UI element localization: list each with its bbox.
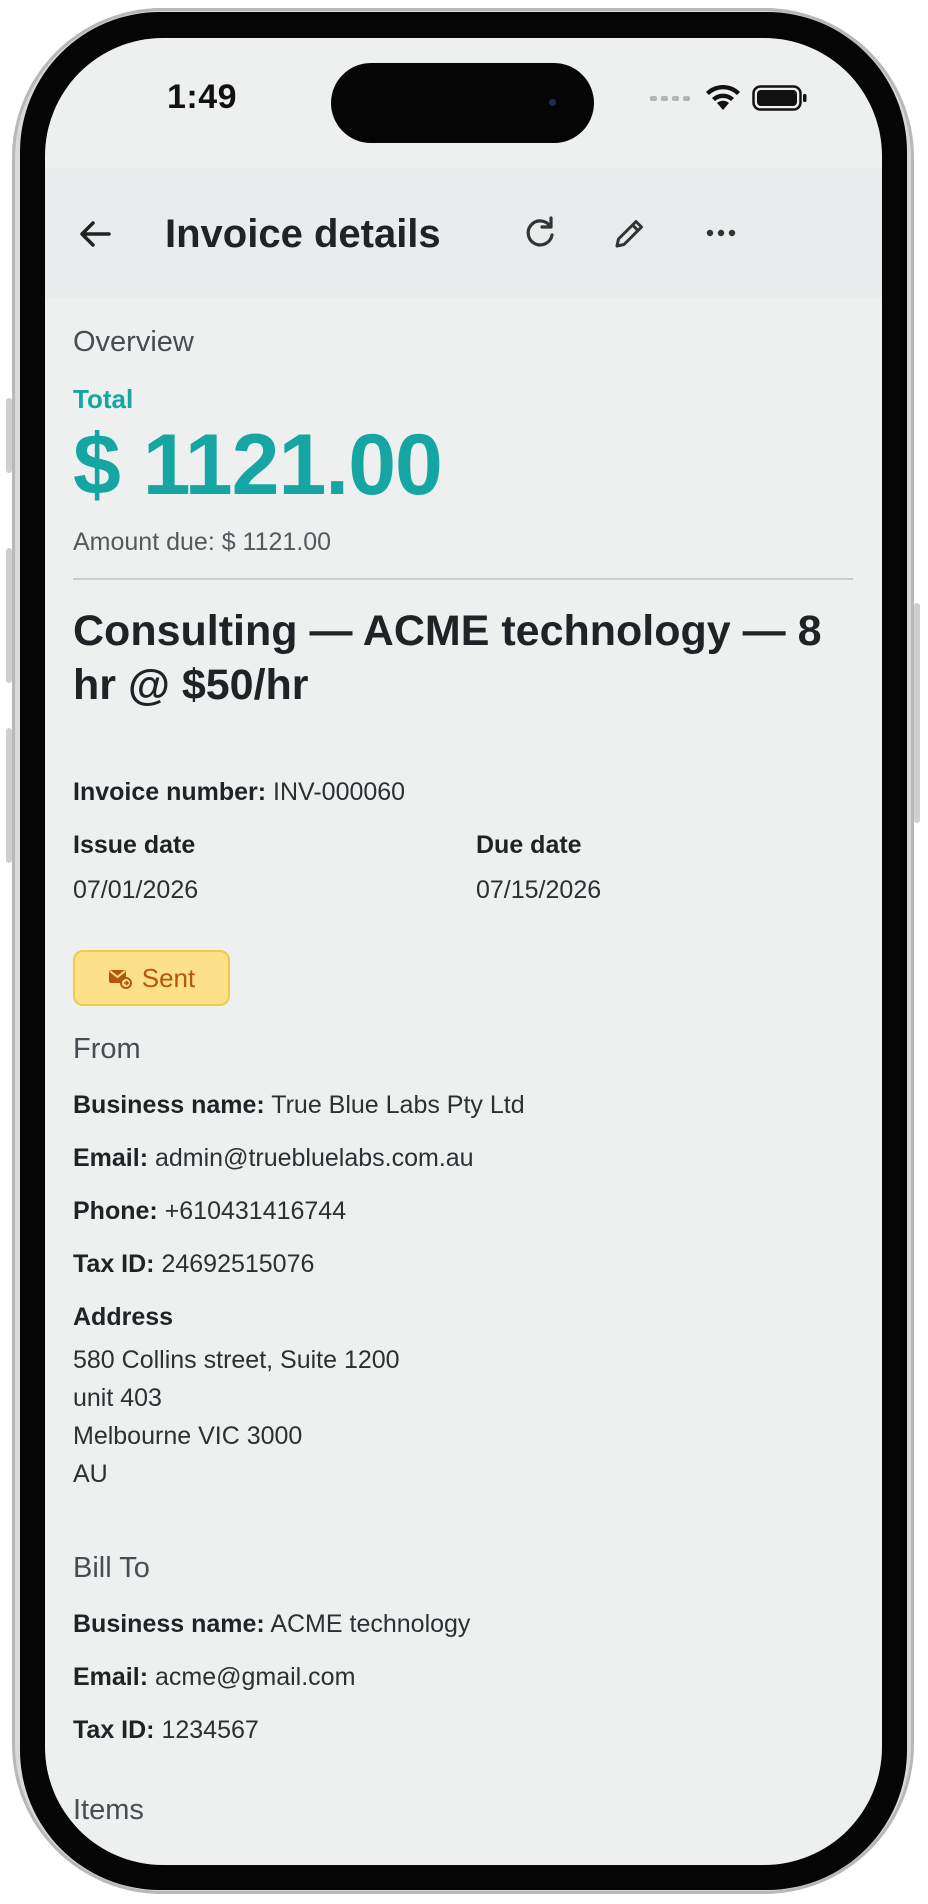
action-button xyxy=(6,398,12,473)
invoice-number: Invoice number: INV-000060 xyxy=(73,778,405,807)
due-date-value: 07/15/2026 xyxy=(476,876,602,904)
screen: 1:49 Invoice details Overview Total $ 11… xyxy=(45,38,882,1865)
bill-to-tax-id-label: Tax ID: xyxy=(73,1716,155,1744)
issue-date-value: 07/01/2026 xyxy=(73,876,199,904)
back-arrow-icon[interactable] xyxy=(75,214,115,254)
edit-pencil-icon xyxy=(615,220,643,248)
bill-to-business-name-label: Business name: xyxy=(73,1610,265,1638)
volume-down-button xyxy=(6,728,12,863)
refresh-icon xyxy=(526,216,554,247)
invoice-number-value: INV-000060 xyxy=(273,778,406,806)
from-phone: Phone: +610431416744 xyxy=(73,1197,346,1226)
issue-date-label: Issue date xyxy=(73,831,196,859)
from-phone-label: Phone: xyxy=(73,1197,158,1225)
more-options-button[interactable] xyxy=(700,212,742,254)
total-label: Total xyxy=(73,384,134,414)
address-line: unit 403 xyxy=(73,1384,162,1412)
signal-icon xyxy=(650,95,690,101)
battery-icon xyxy=(752,85,807,111)
from-address-label: Address xyxy=(73,1303,174,1331)
bill-to-email-value: acme@gmail.com xyxy=(154,1663,356,1691)
from-business-name: Business name: True Blue Labs Pty Ltd xyxy=(73,1091,525,1120)
address-line: 580 Collins street, Suite 1200 xyxy=(73,1346,400,1374)
invoice-heading: Consulting — ACME technology — 8 hr @ $5… xyxy=(73,607,822,709)
overview-section-title: Overview xyxy=(73,326,194,358)
from-business-name-value: True Blue Labs Pty Ltd xyxy=(271,1091,525,1119)
due-date-label: Due date xyxy=(476,831,582,859)
refresh-button[interactable] xyxy=(519,212,561,254)
items-section-title: Items xyxy=(73,1794,144,1826)
volume-up-button xyxy=(6,548,12,683)
power-button xyxy=(914,603,920,823)
app-bar: Invoice details xyxy=(45,168,882,298)
bill-to-business-name-value: ACME technology xyxy=(270,1610,471,1638)
amount-due: Amount due: $ 1121.00 xyxy=(73,528,332,556)
from-email: Email: admin@truebluelabs.com.au xyxy=(73,1144,474,1173)
from-address: 580 Collins street, Suite 1200 unit 403 … xyxy=(73,1341,400,1493)
status-badge-label: Sent xyxy=(141,962,196,993)
bill-to-business-name: Business name: ACME technology xyxy=(73,1610,470,1639)
from-section-title: From xyxy=(73,1033,141,1065)
invoice-number-label: Invoice number: xyxy=(73,778,267,806)
status-icons xyxy=(650,82,808,114)
address-line: AU xyxy=(73,1460,108,1488)
status-badge: Sent xyxy=(73,950,230,1006)
from-tax-id-value: 24692515076 xyxy=(161,1250,315,1278)
from-tax-id: Tax ID: 24692515076 xyxy=(73,1250,314,1279)
wifi-icon xyxy=(706,84,740,110)
bill-to-tax-id-value: 1234567 xyxy=(161,1716,259,1744)
from-phone-value: +610431416744 xyxy=(164,1197,347,1225)
dynamic-island xyxy=(331,63,594,143)
from-tax-id-label: Tax ID: xyxy=(73,1250,155,1278)
total-value: $ 1121.00 xyxy=(73,417,443,513)
mail-sent-icon xyxy=(108,970,132,989)
more-horizontal-icon xyxy=(706,229,736,237)
bill-to-section-title: Bill To xyxy=(73,1552,150,1584)
from-business-name-label: Business name: xyxy=(73,1091,265,1119)
page-title: Invoice details xyxy=(165,212,441,256)
address-line: Melbourne VIC 3000 xyxy=(73,1422,303,1450)
bill-to-email-label: Email: xyxy=(73,1663,149,1691)
camera-lens xyxy=(549,99,556,106)
bill-to-email: Email: acme@gmail.com xyxy=(73,1663,355,1692)
from-email-value: admin@truebluelabs.com.au xyxy=(154,1144,474,1172)
divider xyxy=(73,578,853,580)
bill-to-tax-id: Tax ID: 1234567 xyxy=(73,1716,259,1745)
status-time: 1:49 xyxy=(167,78,238,116)
edit-button[interactable] xyxy=(609,212,651,254)
from-email-label: Email: xyxy=(73,1144,149,1172)
